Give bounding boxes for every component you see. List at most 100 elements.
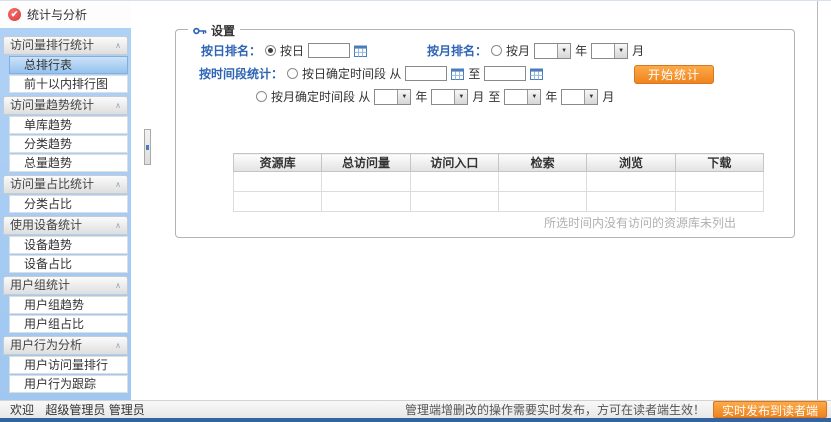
empty-table-note: 所选时间内没有访问的资源库未列出 — [233, 214, 764, 231]
realtime-publish-button[interactable]: 实时发布到读者端 — [713, 401, 827, 418]
cell — [410, 192, 498, 212]
month-period-radio[interactable] — [256, 91, 267, 102]
sidebar-collapse-handle[interactable] — [144, 129, 151, 165]
sidebar-section-usergroup-stats[interactable]: 用户组统计 ∧ — [3, 276, 128, 295]
results-table: 资源库 总访问量 访问入口 检索 浏览 下载 — [233, 153, 764, 212]
module-check-icon: ✔ — [8, 8, 21, 21]
month-suffix: 月 — [602, 88, 614, 105]
cell — [322, 172, 410, 192]
sidebar-item-total-rank[interactable]: 总排行表 — [9, 56, 128, 74]
sidebar-item-device-share[interactable]: 设备占比 — [9, 255, 128, 273]
sidebar-item-category-trend[interactable]: 分类趋势 — [9, 135, 128, 153]
calendar-icon[interactable] — [451, 68, 464, 80]
current-user: 超级管理员 管理员 — [45, 403, 144, 417]
chevron-down-icon: ▼ — [527, 90, 540, 104]
sidebar-section-user-behavior[interactable]: 用户行为分析 ∧ — [3, 336, 128, 355]
select-value — [562, 90, 584, 104]
sidebar-item-usergroup-trend[interactable]: 用户组趋势 — [9, 296, 128, 314]
section-label: 使用设备统计 — [10, 217, 82, 234]
select-value — [375, 90, 397, 104]
to-label: 至 — [468, 65, 480, 82]
sidebar-item-top10-chart[interactable]: 前十以内排行图 — [9, 75, 128, 93]
section-label: 访问量排行统计 — [10, 37, 94, 54]
period-from-year-select[interactable]: ▼ — [374, 89, 411, 105]
page-title: 统计与分析 — [27, 6, 87, 23]
daily-rank-row: 按日排名： 按日 按月排名： 按月 ▼ 年 ▼ 月 — [201, 42, 644, 59]
table-header-row: 资源库 总访问量 访问入口 检索 浏览 下载 — [234, 154, 764, 172]
splitter-arrow-icon — [146, 145, 149, 150]
monthly-month-select[interactable]: ▼ — [591, 43, 628, 59]
period-from-month-select[interactable]: ▼ — [431, 89, 468, 105]
cell — [498, 192, 586, 212]
sidebar-item-category-share[interactable]: 分类占比 — [9, 195, 128, 213]
year-suffix: 年 — [545, 88, 557, 105]
period-from-date-input[interactable] — [405, 66, 447, 81]
welcome-text: 欢迎 超级管理员 管理员 — [10, 401, 145, 418]
status-bar: 欢迎 超级管理员 管理员 管理端增删改的操作需要实时发布，方可在读者端生效！ 实… — [0, 400, 831, 418]
cell — [587, 172, 675, 192]
select-value — [535, 44, 557, 58]
sidebar-item-user-visit-rank[interactable]: 用户访问量排行 — [9, 356, 128, 374]
cell — [675, 172, 763, 192]
to-label: 至 — [488, 88, 500, 105]
chevron-up-icon: ∧ — [115, 217, 121, 234]
period-to-year-select[interactable]: ▼ — [504, 89, 541, 105]
app-window: ✔ 统计与分析 访问量排行统计 ∧ 总排行表 前十以内排行图 访问量趋势统计 ∧… — [0, 0, 831, 421]
sidebar-section-visit-share[interactable]: 访问量占比统计 ∧ — [3, 175, 128, 194]
month-period-row: 按月确定时间段 从 ▼ 年 ▼ 月 至 ▼ 年 ▼ 月 — [256, 88, 614, 105]
month-suffix: 月 — [472, 88, 484, 105]
period-to-month-select[interactable]: ▼ — [561, 89, 598, 105]
col-download: 下载 — [675, 154, 763, 172]
start-statistics-button[interactable]: 开始统计 — [634, 65, 714, 84]
daily-radio[interactable] — [265, 45, 276, 56]
period-to-date-input[interactable] — [484, 66, 526, 81]
sidebar-section-device-stats[interactable]: 使用设备统计 ∧ — [3, 216, 128, 235]
publish-note: 管理端增删改的操作需要实时发布，方可在读者端生效！ — [405, 401, 705, 418]
chevron-down-icon: ▼ — [584, 90, 597, 104]
main-panel-border — [817, 1, 818, 400]
col-access-entry: 访问入口 — [410, 154, 498, 172]
sidebar: 访问量排行统计 ∧ 总排行表 前十以内排行图 访问量趋势统计 ∧ 单库趋势 分类… — [0, 28, 131, 400]
cell — [322, 192, 410, 212]
calendar-icon[interactable] — [354, 45, 367, 57]
cell — [234, 192, 322, 212]
chevron-down-icon: ▼ — [557, 44, 570, 58]
chevron-up-icon: ∧ — [115, 37, 121, 54]
sidebar-section-visit-trend[interactable]: 访问量趋势统计 ∧ — [3, 96, 128, 115]
table-row — [234, 172, 764, 192]
sidebar-item-total-trend[interactable]: 总量趋势 — [9, 154, 128, 172]
sidebar-item-user-behavior-track[interactable]: 用户行为跟踪 — [9, 375, 128, 393]
settings-legend-text: 设置 — [211, 22, 235, 39]
daily-date-input[interactable] — [308, 43, 350, 58]
cell — [410, 172, 498, 192]
calendar-icon[interactable] — [530, 68, 543, 80]
sidebar-item-usergroup-share[interactable]: 用户组占比 — [9, 315, 128, 333]
monthly-rank-label: 按月排名： — [427, 42, 487, 59]
welcome-label: 欢迎 — [10, 403, 34, 417]
daily-radio-label: 按日 — [280, 42, 304, 59]
chevron-up-icon: ∧ — [115, 176, 121, 193]
month-suffix: 月 — [632, 42, 644, 59]
sidebar-section-visit-rank[interactable]: 访问量排行统计 ∧ — [3, 36, 128, 55]
sidebar-item-device-trend[interactable]: 设备趋势 — [9, 236, 128, 254]
settings-key-icon — [193, 26, 207, 36]
bottom-accent-strip — [0, 418, 831, 422]
chevron-down-icon: ▼ — [397, 90, 410, 104]
monthly-radio[interactable] — [491, 45, 502, 56]
select-value — [592, 44, 614, 58]
section-label: 用户组统计 — [10, 277, 70, 294]
col-resource-lib: 资源库 — [234, 154, 322, 172]
section-label: 访问量占比统计 — [10, 176, 94, 193]
section-label: 用户行为分析 — [10, 337, 82, 354]
day-period-radio[interactable] — [287, 68, 298, 79]
col-search: 检索 — [498, 154, 586, 172]
monthly-radio-label: 按月 — [506, 42, 530, 59]
chevron-up-icon: ∧ — [115, 277, 121, 294]
sidebar-item-single-lib-trend[interactable]: 单库趋势 — [9, 116, 128, 134]
cell — [675, 192, 763, 212]
col-total-visits: 总访问量 — [322, 154, 410, 172]
monthly-year-select[interactable]: ▼ — [534, 43, 571, 59]
col-browse: 浏览 — [587, 154, 675, 172]
daily-rank-label: 按日排名： — [201, 42, 261, 59]
settings-panel: 设置 按日排名： 按日 按月排名： 按月 ▼ 年 ▼ — [175, 29, 795, 238]
